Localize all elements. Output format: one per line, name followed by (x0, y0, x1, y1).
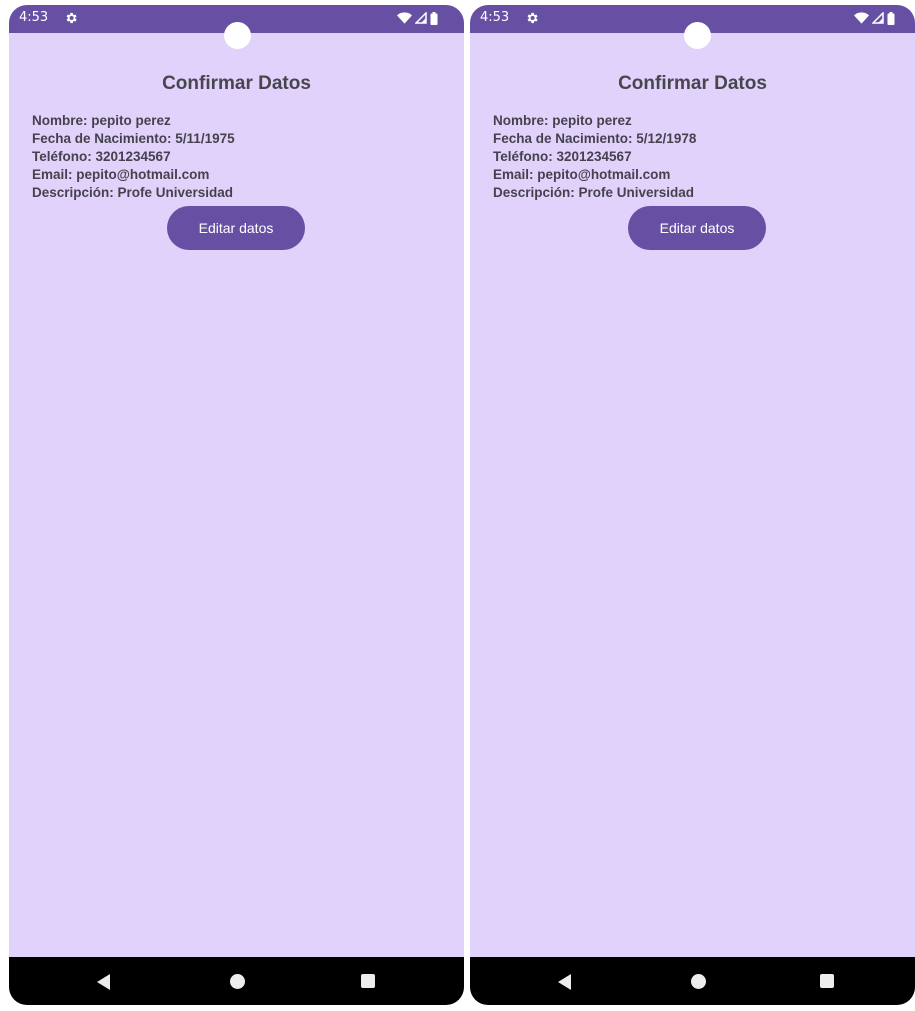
content-area: Confirmar Datos Nombre: pepito perez Fec… (9, 33, 464, 957)
wifi-icon (397, 12, 412, 24)
recents-icon[interactable] (361, 974, 375, 988)
field-descripcion: Descripción: Profe Universidad (493, 185, 695, 200)
field-nombre: Nombre: pepito perez (493, 113, 632, 128)
field-nombre: Nombre: pepito perez (32, 113, 171, 128)
field-email: Email: pepito@hotmail.com (493, 167, 671, 182)
gear-icon (527, 12, 538, 24)
field-fecha-nacimiento: Fecha de Nacimiento: 5/11/1975 (32, 131, 235, 146)
status-icons (397, 11, 438, 25)
phone-screen-left: 4:53 Confirmar Datos Nombre: pepito pere… (9, 5, 464, 1005)
navigation-bar (9, 957, 464, 1005)
phone-screen-right: 4:53 Confirmar Datos Nombre: pepito pere… (470, 5, 915, 1005)
recents-icon[interactable] (820, 974, 834, 988)
home-icon[interactable] (691, 974, 706, 989)
screenshot-stage: 4:53 Confirmar Datos Nombre: pepito pere… (0, 0, 915, 1011)
wifi-icon (854, 12, 869, 24)
page-title: Confirmar Datos (162, 73, 311, 94)
edit-data-button[interactable]: Editar datos (628, 206, 766, 250)
field-fecha-nacimiento: Fecha de Nacimiento: 5/12/1978 (493, 131, 697, 146)
field-telefono: Teléfono: 3201234567 (493, 149, 632, 164)
battery-icon (430, 11, 438, 25)
data-summary: Nombre: pepito perez Fecha de Nacimiento… (493, 112, 696, 202)
gear-icon (66, 12, 77, 24)
content-area: Confirmar Datos Nombre: pepito perez Fec… (470, 33, 915, 957)
signal-icon (415, 12, 427, 24)
signal-icon (872, 12, 884, 24)
battery-icon (887, 11, 895, 25)
page-title: Confirmar Datos (618, 73, 767, 94)
field-email: Email: pepito@hotmail.com (32, 167, 210, 182)
status-time: 4:53 (480, 10, 510, 25)
back-icon[interactable] (97, 974, 110, 990)
status-icons (854, 11, 895, 25)
home-icon[interactable] (230, 974, 245, 989)
edit-data-button[interactable]: Editar datos (167, 206, 305, 250)
navigation-bar (470, 957, 915, 1005)
field-descripcion: Descripción: Profe Universidad (32, 185, 234, 200)
data-summary: Nombre: pepito perez Fecha de Nacimiento… (32, 112, 235, 202)
back-icon[interactable] (558, 974, 571, 990)
status-time: 4:53 (19, 10, 49, 25)
field-telefono: Teléfono: 3201234567 (32, 149, 171, 164)
